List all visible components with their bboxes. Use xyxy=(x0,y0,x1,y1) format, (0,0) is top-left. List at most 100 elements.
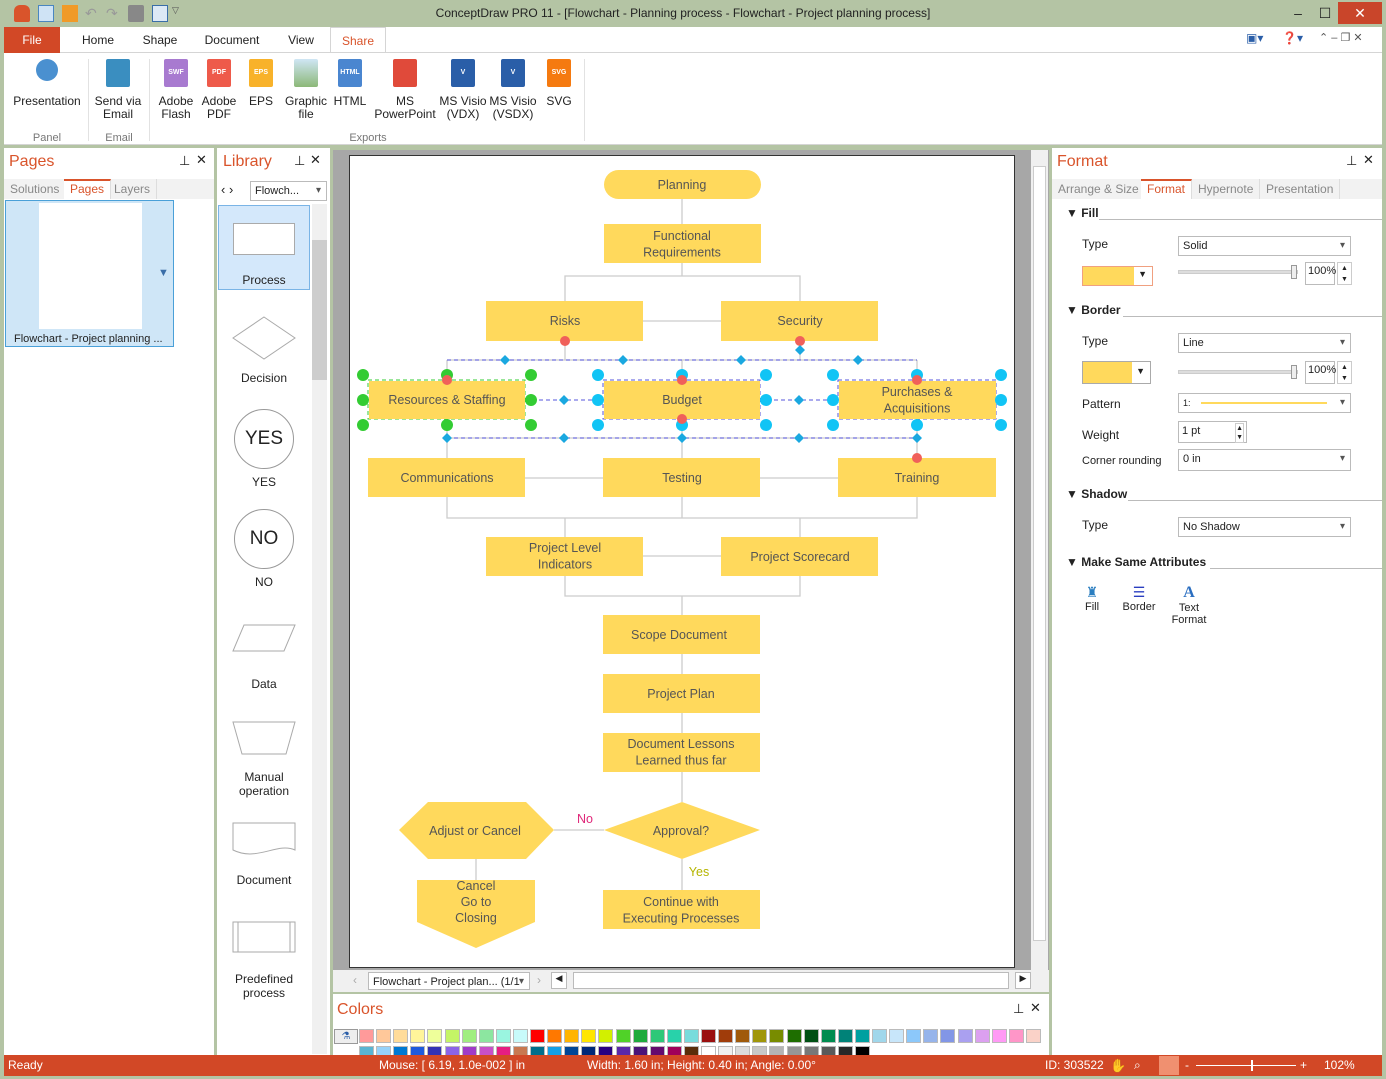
page-menu-icon[interactable]: ▼ xyxy=(158,267,169,279)
color-swatch[interactable] xyxy=(632,1029,648,1043)
tab-presentation[interactable]: Presentation xyxy=(1260,179,1341,199)
border-opacity-slider[interactable] xyxy=(1178,365,1298,379)
color-swatch[interactable] xyxy=(906,1029,922,1043)
fill-type-dropdown[interactable]: Solid xyxy=(1178,236,1351,256)
close-button[interactable]: ✕ xyxy=(1338,2,1382,24)
color-swatch[interactable] xyxy=(478,1029,494,1043)
weight-input[interactable]: 1 pt ▲ ▼ xyxy=(1178,421,1247,443)
color-swatch[interactable] xyxy=(530,1029,545,1043)
tab-layers[interactable]: Layers xyxy=(108,179,158,199)
graphic-file-button[interactable]: Graphic file xyxy=(282,59,330,121)
color-swatch[interactable] xyxy=(683,1029,699,1043)
library-item-data[interactable]: Data xyxy=(218,624,310,691)
color-swatch[interactable] xyxy=(735,1029,751,1043)
border-opacity-stepper[interactable]: ▲ ▼ xyxy=(1337,361,1352,384)
color-swatch[interactable] xyxy=(957,1029,973,1043)
color-swatch[interactable] xyxy=(649,1029,665,1043)
color-swatch[interactable] xyxy=(461,1029,477,1043)
tab-arrange-size[interactable]: Arrange & Size xyxy=(1052,179,1146,199)
same-border-button[interactable]: ☰ Border xyxy=(1118,584,1160,613)
pin-icon[interactable]: ⊥ xyxy=(294,153,305,169)
maximize-button[interactable]: ☐ xyxy=(1310,2,1340,24)
pin-icon[interactable]: ⊥ xyxy=(179,153,190,169)
zoom-tool-icon[interactable]: ⌕ xyxy=(1134,1055,1141,1076)
drawing-canvas[interactable]: Planning Functional Requirements Risks Se… xyxy=(349,155,1015,968)
tab-shape[interactable]: Shape xyxy=(132,27,188,53)
ms-visio-vsdx-button[interactable]: V MS Visio (VSDX) xyxy=(488,59,538,121)
pin-icon[interactable]: ⊥ xyxy=(1346,153,1357,169)
help-icon[interactable]: ❓▾ xyxy=(1282,31,1303,45)
tab-solutions[interactable]: Solutions xyxy=(4,179,67,199)
pattern-dropdown[interactable]: 1: xyxy=(1178,393,1351,413)
color-swatch[interactable] xyxy=(666,1029,682,1043)
vertical-scrollbar[interactable] xyxy=(1031,150,1048,970)
color-swatch[interactable] xyxy=(854,1029,870,1043)
tab-hypernote[interactable]: Hypernote xyxy=(1192,179,1261,199)
fill-color-picker[interactable]: ▼ xyxy=(1082,266,1153,286)
library-item-decision[interactable]: Decision xyxy=(218,316,310,385)
close-icon[interactable]: ✕ xyxy=(196,152,207,168)
border-opacity-input[interactable]: 100% xyxy=(1305,361,1336,384)
color-swatch[interactable] xyxy=(1025,1029,1041,1043)
color-swatch[interactable] xyxy=(872,1029,887,1043)
layout-icon[interactable]: ▣▾ xyxy=(1246,31,1263,45)
minimize-button[interactable]: – xyxy=(1283,2,1313,24)
prev-page-button[interactable]: ‹ xyxy=(353,973,357,987)
shadow-section-header[interactable]: ▼ Shadow xyxy=(1066,487,1127,501)
svg-button[interactable]: SVG SVG xyxy=(542,59,576,108)
tab-home[interactable]: Home xyxy=(70,27,126,53)
make-same-section-header[interactable]: ▼ Make Same Attributes xyxy=(1066,555,1206,569)
scroll-left-button[interactable]: ◀ xyxy=(551,972,567,989)
fill-section-header[interactable]: ▼ Fill xyxy=(1066,206,1099,220)
tab-share[interactable]: Share xyxy=(330,27,386,54)
pin-icon[interactable]: ⊥ xyxy=(1013,1001,1024,1017)
color-swatch[interactable] xyxy=(923,1029,939,1043)
color-swatch[interactable] xyxy=(803,1029,819,1043)
slider-thumb[interactable] xyxy=(1291,265,1297,279)
color-swatch[interactable] xyxy=(376,1029,392,1043)
color-swatch[interactable] xyxy=(444,1029,460,1043)
horizontal-scrollbar[interactable] xyxy=(573,972,1009,989)
color-swatch[interactable] xyxy=(564,1029,580,1043)
tab-file[interactable]: File xyxy=(4,27,60,53)
close-icon[interactable]: ✕ xyxy=(310,152,321,168)
color-swatch[interactable] xyxy=(786,1029,802,1043)
send-via-email-button[interactable]: Send via Email xyxy=(92,59,144,121)
color-swatch[interactable] xyxy=(718,1029,734,1043)
fit-page-icon[interactable] xyxy=(1159,1056,1179,1075)
border-color-picker[interactable]: ▼ xyxy=(1082,361,1151,384)
adobe-pdf-button[interactable]: PDF Adobe PDF xyxy=(198,59,240,121)
fill-opacity-stepper[interactable]: ▲ ▼ xyxy=(1337,262,1352,285)
fill-opacity-input[interactable]: 100% xyxy=(1305,262,1336,285)
color-swatch[interactable] xyxy=(701,1029,716,1043)
zoom-slider[interactable] xyxy=(1196,1060,1296,1071)
border-type-dropdown[interactable]: Line xyxy=(1178,333,1351,353)
tab-view[interactable]: View xyxy=(276,27,326,53)
eps-button[interactable]: EPS EPS xyxy=(244,59,278,108)
color-swatch[interactable] xyxy=(1008,1029,1024,1043)
border-section-header[interactable]: ▼ Border xyxy=(1066,303,1121,317)
color-swatch[interactable] xyxy=(495,1029,511,1043)
ms-powerpoint-button[interactable]: MS PowerPoint xyxy=(372,59,438,121)
color-swatch[interactable] xyxy=(889,1029,905,1043)
zoom-out-button[interactable]: - xyxy=(1185,1055,1189,1076)
same-text-format-button[interactable]: A Text Format xyxy=(1166,584,1212,626)
color-swatch[interactable] xyxy=(615,1029,631,1043)
color-swatch[interactable] xyxy=(752,1029,768,1043)
color-swatch[interactable] xyxy=(410,1029,426,1043)
color-swatch[interactable] xyxy=(837,1029,853,1043)
color-swatch[interactable] xyxy=(547,1029,563,1043)
shadow-type-dropdown[interactable]: No Shadow xyxy=(1178,517,1351,537)
zoom-slider-thumb[interactable] xyxy=(1251,1060,1253,1071)
zoom-in-button[interactable]: + xyxy=(1300,1055,1307,1076)
fill-opacity-slider[interactable] xyxy=(1178,265,1298,279)
color-swatch[interactable] xyxy=(393,1029,409,1043)
color-swatch[interactable] xyxy=(598,1029,614,1043)
color-picker-icon[interactable]: ⚗ xyxy=(334,1029,358,1044)
close-icon[interactable]: ✕ xyxy=(1030,1000,1041,1016)
page-selector[interactable]: Flowchart - Project plan... (1/1 xyxy=(368,972,530,991)
library-item-process[interactable]: Process xyxy=(218,205,310,290)
tab-format[interactable]: Format xyxy=(1141,179,1193,199)
pan-hand-icon[interactable]: ✋ xyxy=(1110,1055,1126,1076)
tab-document[interactable]: Document xyxy=(196,27,268,53)
